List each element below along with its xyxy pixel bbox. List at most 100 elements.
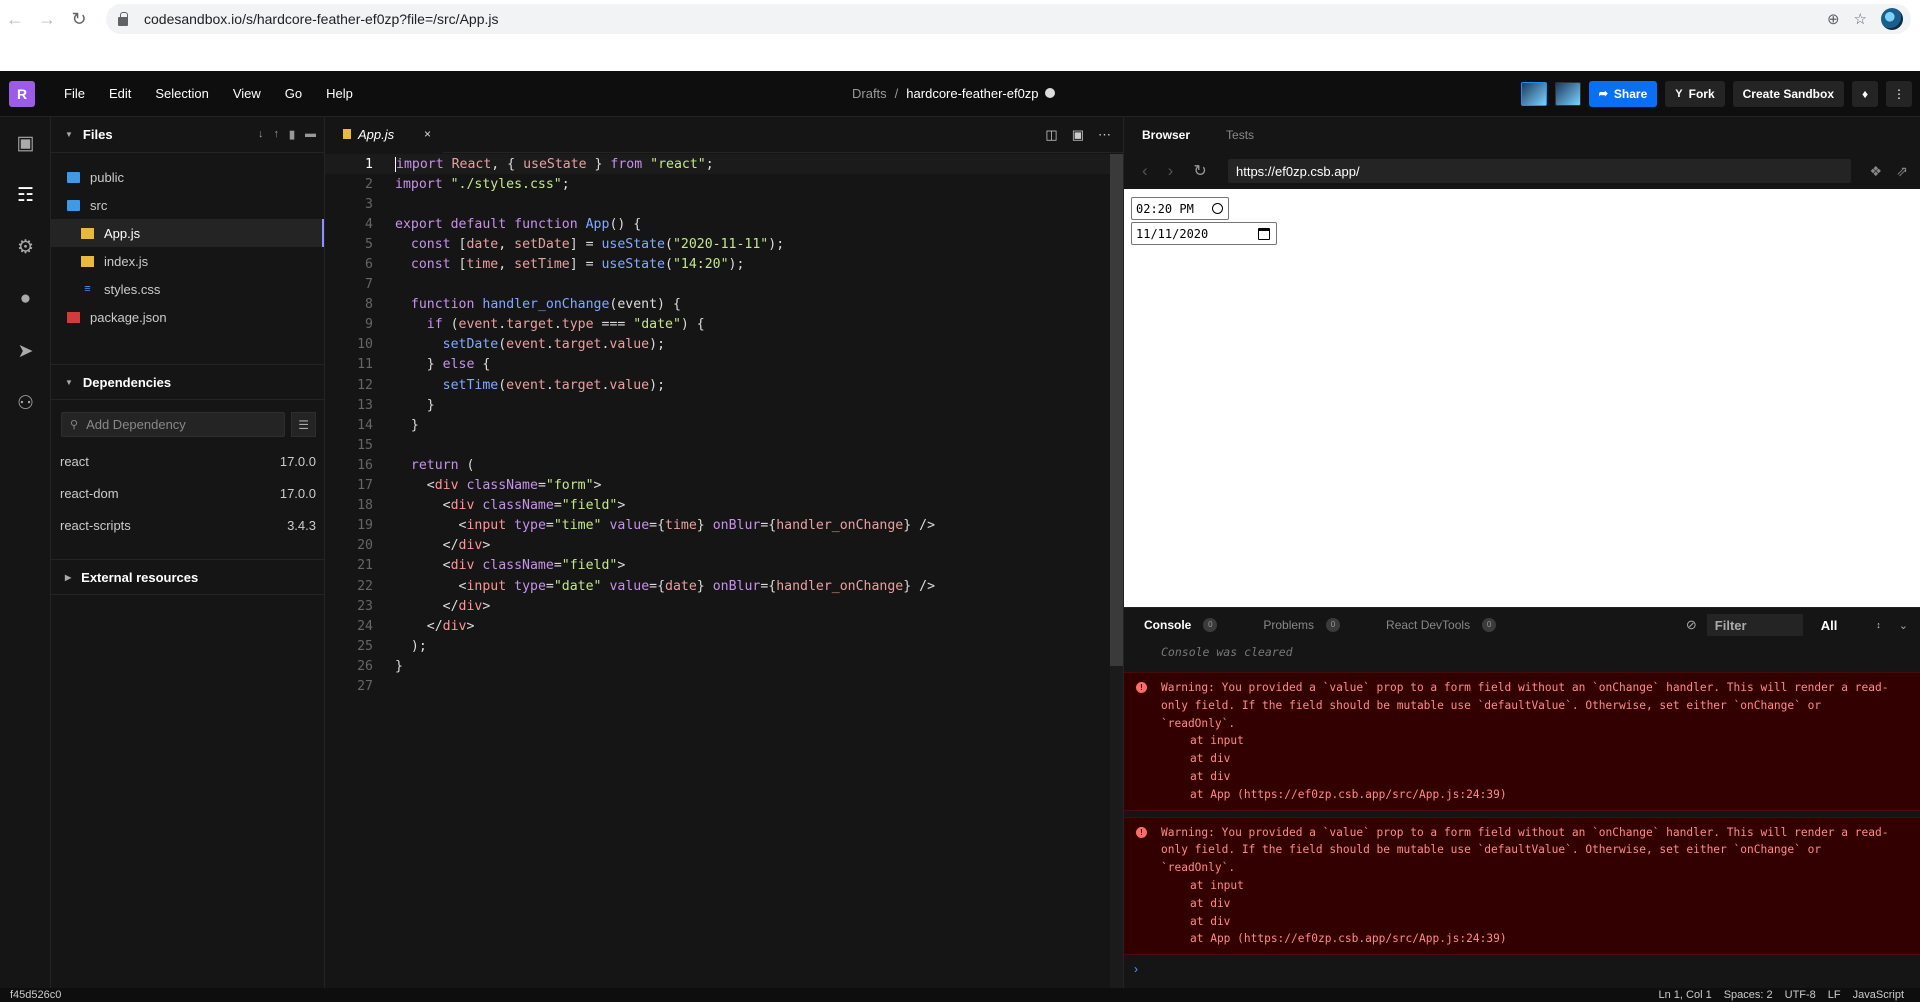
box-icon[interactable]: ▣ bbox=[0, 117, 51, 169]
code-line[interactable]: 6 const [time, setTime] = useState("14:2… bbox=[325, 254, 1110, 274]
code-line[interactable]: 10 setDate(event.target.value); bbox=[325, 335, 1110, 355]
scrollbar-thumb[interactable] bbox=[1110, 154, 1123, 666]
line-text[interactable]: import React, { useState } from "react"; bbox=[395, 156, 714, 172]
preview-back-icon[interactable]: ‹ bbox=[1142, 161, 1148, 181]
tree-item-package-json[interactable]: package.json bbox=[51, 303, 324, 331]
line-text[interactable]: function handler_onChange(event) { bbox=[395, 297, 681, 312]
console-prompt-icon[interactable]: › bbox=[1134, 962, 1138, 976]
address-bar[interactable]: codesandbox.io/s/hardcore-feather-ef0zp?… bbox=[106, 4, 1911, 34]
code-line[interactable]: 9 if (event.target.type === "date") { bbox=[325, 315, 1110, 335]
line-text[interactable]: } bbox=[395, 418, 419, 433]
code-line[interactable]: 26} bbox=[325, 656, 1110, 676]
code-line[interactable]: 11 } else { bbox=[325, 355, 1110, 375]
sandbox-name[interactable]: hardcore-feather-ef0zp bbox=[906, 86, 1038, 101]
line-text[interactable]: import "./styles.css"; bbox=[395, 177, 570, 192]
line-text[interactable]: </div> bbox=[395, 619, 475, 634]
tab-problems[interactable]: Problems 0 bbox=[1263, 618, 1341, 632]
dependencies-header[interactable]: ▼ Dependencies bbox=[51, 364, 324, 400]
tab-console[interactable]: Console 0 bbox=[1144, 618, 1218, 632]
close-icon[interactable]: × bbox=[424, 127, 431, 141]
zoom-icon[interactable]: ⊕ bbox=[1827, 10, 1840, 28]
new-folder-icon[interactable]: ▬ bbox=[305, 128, 316, 141]
code-line[interactable]: 2 import "./styles.css"; bbox=[325, 174, 1110, 194]
upload-icon[interactable]: ↑ bbox=[273, 128, 279, 141]
code-line[interactable]: 23 </div> bbox=[325, 596, 1110, 616]
indentation[interactable]: Spaces: 2 bbox=[1724, 989, 1773, 1001]
list-icon[interactable]: ☰ bbox=[291, 412, 316, 437]
line-text[interactable]: </div> bbox=[395, 538, 491, 553]
log-level-select[interactable]: All ↕ bbox=[1807, 614, 1887, 636]
line-text[interactable]: setDate(event.target.value); bbox=[395, 337, 665, 352]
line-text[interactable]: <div className="field"> bbox=[395, 558, 626, 573]
breadcrumb-folder[interactable]: Drafts bbox=[852, 86, 887, 101]
line-text[interactable]: const [date, setDate] = useState("2020-1… bbox=[395, 237, 784, 252]
star-icon[interactable]: ☆ bbox=[1854, 10, 1867, 28]
rocket-icon[interactable]: ➤ bbox=[0, 325, 51, 377]
code-line[interactable]: 25 ); bbox=[325, 636, 1110, 656]
time-input[interactable]: 02:20 PM bbox=[1131, 197, 1229, 220]
code-line[interactable]: 19 <input type="time" value={time} onBlu… bbox=[325, 516, 1110, 536]
line-text[interactable]: ); bbox=[395, 639, 427, 654]
menu-selection[interactable]: Selection bbox=[155, 86, 208, 101]
collab-icon[interactable] bbox=[1554, 81, 1581, 106]
line-text[interactable]: <div className="form"> bbox=[395, 478, 602, 493]
console-filter-input[interactable]: Filter bbox=[1706, 614, 1803, 636]
gear-icon[interactable]: ⚙ bbox=[0, 221, 51, 273]
code-line[interactable]: 7 bbox=[325, 275, 1110, 295]
date-input[interactable]: 11/11/2020 bbox=[1131, 222, 1277, 245]
file-icon[interactable]: ☶ bbox=[0, 169, 51, 221]
code-line[interactable]: 1 import React, { useState } from "react"… bbox=[325, 154, 1110, 175]
code-line[interactable]: 24 </div> bbox=[325, 616, 1110, 636]
line-ending[interactable]: LF bbox=[1828, 989, 1841, 1001]
preview-reload-icon[interactable]: ↻ bbox=[1193, 161, 1206, 181]
line-text[interactable]: <div className="field"> bbox=[395, 498, 626, 513]
tree-item-public[interactable]: public bbox=[51, 163, 324, 191]
menu-edit[interactable]: Edit bbox=[109, 86, 131, 101]
editor-scrollbar[interactable] bbox=[1110, 154, 1123, 988]
preview-url-input[interactable]: https://ef0zp.csb.app/ bbox=[1228, 159, 1851, 183]
line-text[interactable]: } else { bbox=[395, 357, 491, 372]
code-line[interactable]: 13 } bbox=[325, 395, 1110, 415]
tab-browser[interactable]: Browser bbox=[1142, 128, 1190, 142]
more-actions-icon[interactable]: ⋯ bbox=[1098, 127, 1111, 143]
calendar-icon[interactable] bbox=[1258, 227, 1270, 240]
external-resources-header[interactable]: ▶ External resources bbox=[51, 559, 324, 595]
share-button[interactable]: ➦ Share bbox=[1588, 80, 1658, 107]
cursor-position[interactable]: Ln 1, Col 1 bbox=[1659, 989, 1712, 1001]
code-line[interactable]: 16 return ( bbox=[325, 455, 1110, 475]
line-text[interactable]: setTime(event.target.value); bbox=[395, 378, 665, 393]
tab-app-js[interactable]: App.js × bbox=[325, 116, 443, 153]
forward-arrow-icon[interactable]: → bbox=[36, 8, 58, 30]
tree-item-app-js[interactable]: App.js bbox=[51, 219, 324, 247]
menu-file[interactable]: File bbox=[64, 86, 85, 101]
preview-forward-icon[interactable]: › bbox=[1168, 161, 1174, 181]
code-line[interactable]: 20 </div> bbox=[325, 536, 1110, 556]
dependency-item[interactable]: react-scripts 3.4.3 bbox=[51, 509, 324, 541]
live-icon[interactable] bbox=[1520, 81, 1547, 106]
responsive-icon[interactable]: ❖ bbox=[1869, 163, 1882, 180]
menu-help[interactable]: Help bbox=[326, 86, 353, 101]
code-line[interactable]: 18 <div className="field"> bbox=[325, 496, 1110, 516]
tree-item-src[interactable]: src bbox=[51, 191, 324, 219]
tab-tests[interactable]: Tests bbox=[1226, 128, 1254, 142]
clear-console-icon[interactable]: ⊘ bbox=[1686, 617, 1697, 633]
codesandbox-logo[interactable]: R bbox=[9, 80, 35, 107]
preview-icon[interactable]: ▣ bbox=[1072, 127, 1084, 143]
reload-icon[interactable]: ↻ bbox=[68, 8, 90, 30]
bell-icon[interactable]: ♦ bbox=[1852, 80, 1878, 107]
code-line[interactable]: 15 bbox=[325, 435, 1110, 455]
users-icon[interactable]: ⚇ bbox=[0, 377, 51, 429]
line-text[interactable]: <input type="date" value={date} onBlur={… bbox=[395, 579, 936, 594]
files-header[interactable]: ▼ Files ↓ ↑ ▮ ▬ bbox=[51, 117, 324, 153]
line-text[interactable]: export default function App() { bbox=[395, 217, 641, 232]
code-line[interactable]: 4 export default function App() { bbox=[325, 214, 1110, 234]
line-text[interactable]: return ( bbox=[395, 458, 475, 473]
fork-button[interactable]: Υ Fork bbox=[1665, 80, 1725, 107]
language-mode[interactable]: JavaScript bbox=[1853, 989, 1904, 1001]
tree-item-index-js[interactable]: index.js bbox=[51, 247, 324, 275]
line-text[interactable]: } bbox=[395, 659, 403, 674]
code-line[interactable]: 21 <div className="field"> bbox=[325, 556, 1110, 576]
code-line[interactable]: 12 setTime(event.target.value); bbox=[325, 375, 1110, 395]
code-line[interactable]: 27 bbox=[325, 676, 1110, 696]
chevron-down-icon[interactable]: ⌄ bbox=[1899, 619, 1908, 632]
